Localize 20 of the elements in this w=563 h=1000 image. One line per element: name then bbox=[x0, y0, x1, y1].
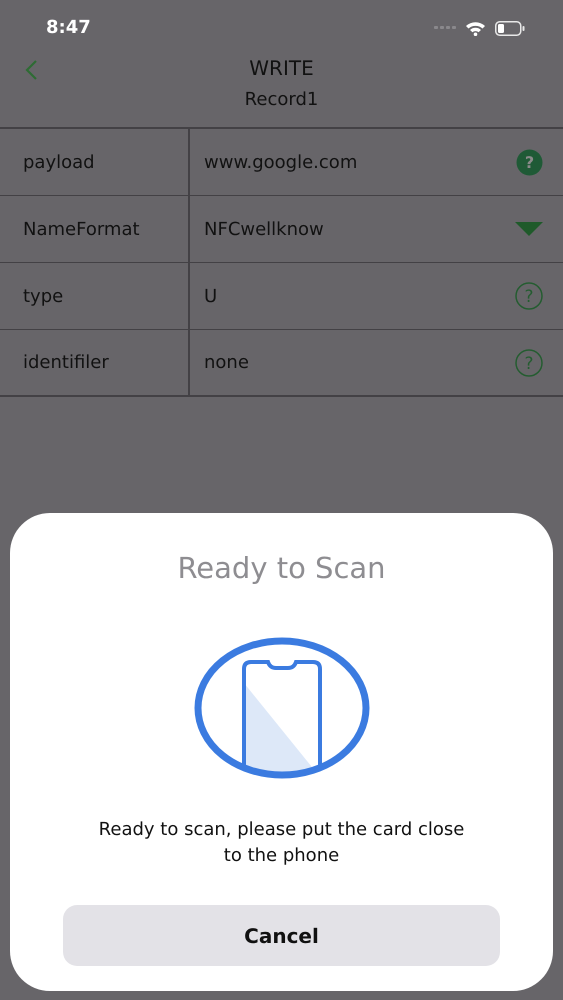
field-label: type bbox=[0, 263, 190, 329]
cancel-button[interactable]: Cancel bbox=[63, 905, 500, 966]
signal-icon bbox=[434, 26, 456, 30]
field-label: identifiler bbox=[0, 330, 190, 395]
field-label: payload bbox=[0, 129, 190, 195]
field-value[interactable]: U bbox=[204, 286, 218, 306]
phone-scan-icon bbox=[194, 637, 370, 779]
field-value[interactable]: none bbox=[204, 352, 249, 373]
field-value[interactable]: www.google.com bbox=[204, 152, 358, 172]
page-title: WRITE bbox=[249, 56, 314, 80]
field-value[interactable]: NFCwellknow bbox=[204, 218, 324, 240]
scan-message: Ready to scan, please put the card close to the phone bbox=[98, 818, 466, 868]
battery-icon bbox=[495, 20, 525, 36]
status-time: 8:47 bbox=[46, 16, 91, 38]
wifi-icon bbox=[465, 20, 486, 36]
dropdown-icon[interactable] bbox=[515, 222, 543, 236]
field-label: NameFormat bbox=[0, 196, 190, 262]
help-icon[interactable]: ? bbox=[516, 148, 543, 176]
sheet-title: Ready to Scan bbox=[177, 551, 386, 585]
record-title: Record1 bbox=[244, 89, 320, 112]
